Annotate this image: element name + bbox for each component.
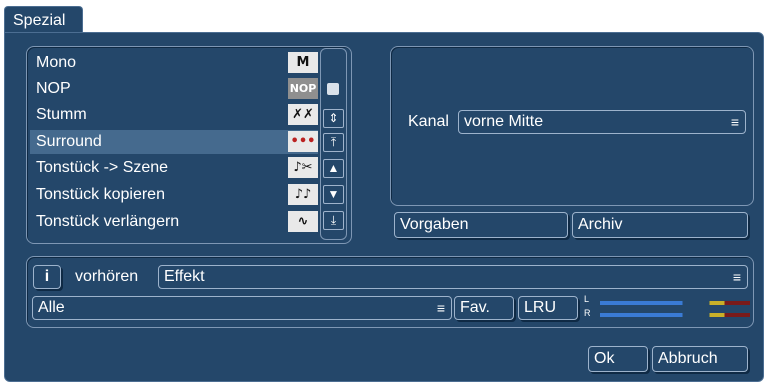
fav-button[interactable]: Fav. [454, 296, 514, 320]
meter-right-label: R [584, 308, 591, 318]
category-value: Alle [38, 299, 65, 316]
list-item-mono[interactable]: Mono M [30, 51, 318, 75]
list-item-label: Tonstück -> Szene [36, 159, 169, 176]
scroll-updown-icon[interactable]: ⇕ [323, 109, 344, 128]
level-meter: L R [584, 294, 750, 320]
menu-icon: ≡ [436, 300, 445, 316]
list-item-label: Surround [36, 133, 102, 150]
list-item-label: Stumm [36, 106, 87, 123]
list-item-label: NOP [36, 80, 71, 97]
list-item-surround[interactable]: Surround ••• [30, 130, 318, 154]
list-item-tonstueck-kopieren[interactable]: Tonstück kopieren ♪♪ [30, 183, 318, 207]
audio-to-scene-icon: ♪✂ [288, 157, 318, 178]
vorgaben-button[interactable]: Vorgaben [394, 212, 568, 238]
kanal-select[interactable]: vorne Mitte ≡ [458, 110, 746, 134]
surround-icon: ••• [288, 131, 318, 152]
category-select[interactable]: Alle ≡ [32, 296, 452, 320]
dialog-spezial: Spezial Mono M NOP NOP Stumm ✗✗ Surround… [0, 0, 766, 383]
extend-audio-icon: ∿ [288, 211, 318, 232]
info-icon: i [44, 268, 50, 285]
list-item-stumm[interactable]: Stumm ✗✗ [30, 103, 318, 127]
mono-icon: M [288, 52, 318, 73]
dialog-tab-title: Spezial [4, 6, 83, 33]
vorhoeren-label: vorhören [75, 268, 139, 285]
meter-left-label: L [584, 294, 590, 304]
list-item-tonstueck-szene[interactable]: Tonstück -> Szene ♪✂ [30, 156, 318, 180]
effect-select[interactable]: Effekt ≡ [158, 265, 748, 289]
ok-button[interactable]: Ok [588, 346, 648, 372]
scroll-up-icon[interactable]: ▲ [323, 159, 344, 178]
nop-icon: NOP [288, 78, 318, 99]
list-item-nop[interactable]: NOP NOP [30, 77, 318, 101]
effect-value: Effekt [164, 268, 205, 285]
kanal-label: Kanal [408, 113, 449, 130]
list-item-label: Tonstück kopieren [36, 186, 165, 203]
list-item-tonstueck-verlaengern[interactable]: Tonstück verlängern ∿ [30, 210, 318, 234]
info-button[interactable]: i [33, 265, 61, 289]
cancel-button[interactable]: Abbruch [652, 346, 748, 372]
menu-icon: ≡ [732, 269, 741, 285]
scrollbar-thumb[interactable] [327, 83, 339, 95]
kanal-value: vorne Mitte [464, 113, 544, 130]
scroll-bottom-icon[interactable]: ⤓ [323, 211, 344, 230]
scroll-down-icon[interactable]: ▼ [323, 185, 344, 204]
meter-right-bar [600, 313, 750, 317]
archiv-button[interactable]: Archiv [572, 212, 748, 238]
meter-left-bar [600, 301, 750, 305]
mute-icon: ✗✗ [288, 104, 318, 125]
copy-audio-icon: ♪♪ [288, 184, 318, 205]
list-scrollbar[interactable]: ⇕ ⤒ ▲ ▼ ⤓ [320, 48, 347, 240]
list-item-label: Tonstück verlängern [36, 213, 180, 230]
lru-button[interactable]: LRU [518, 296, 578, 320]
menu-icon: ≡ [730, 114, 739, 130]
scroll-top-icon[interactable]: ⤒ [323, 133, 344, 152]
list-item-label: Mono [36, 54, 77, 71]
